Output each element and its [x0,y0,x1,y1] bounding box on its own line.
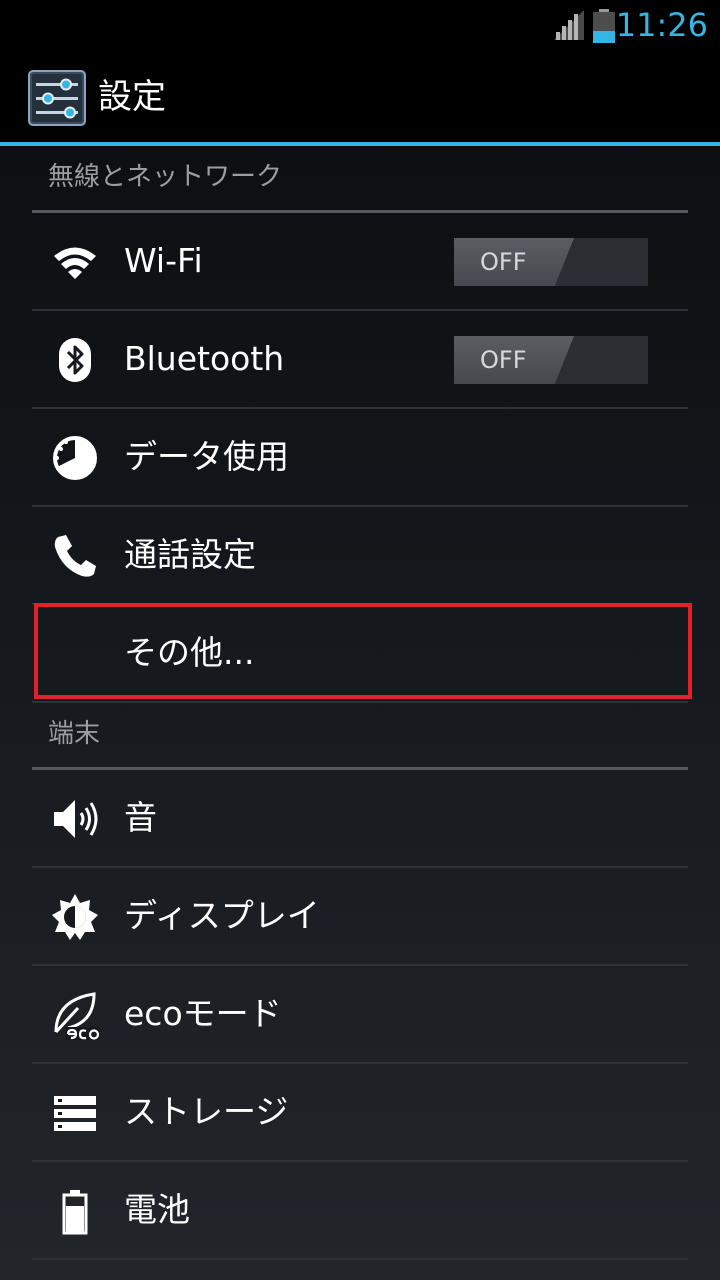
wifi-icon [54,247,96,279]
settings-item-label: Bluetooth [124,339,285,378]
settings-item-display[interactable]: ディスプレイ [32,868,688,966]
settings-item-data-usage[interactable]: データ使用 [32,409,688,507]
section-header-device: 端末 [32,703,688,770]
status-bar: 11:26 [0,0,720,50]
settings-item-label: その他... [124,633,255,672]
toggle-state: OFF [480,248,527,276]
settings-item-label: Wi-Fi [124,241,203,280]
settings-item-label: 電池 [124,1190,190,1229]
phone-icon [54,535,96,577]
settings-item-label: データ使用 [124,437,289,476]
section-header-wireless: 無線とネットワーク [32,146,688,213]
settings-item-label: ストレージ [124,1092,289,1131]
eco-leaf-icon [54,992,100,1040]
settings-item-wifi[interactable]: Wi-Fi OFF [32,213,688,311]
settings-item-sound[interactable]: 音 [32,770,688,868]
signal-icon [554,10,584,40]
bluetooth-toggle[interactable]: OFF [454,336,648,384]
battery-icon [593,9,615,43]
section-header-label: 端末 [48,719,101,749]
data-usage-icon [53,436,97,480]
bluetooth-icon [59,338,91,382]
brightness-icon [52,894,98,940]
action-bar: 設定 [0,50,720,146]
settings-sliders-icon[interactable] [28,70,86,126]
speaker-icon [54,800,98,838]
settings-item-label: ディスプレイ [124,896,320,935]
wifi-toggle[interactable]: OFF [454,238,648,286]
section-header-label: 無線とネットワーク [48,162,283,192]
settings-item-battery[interactable]: 電池 [32,1162,688,1260]
settings-item-label: 音 [124,798,157,837]
settings-item-storage[interactable]: ストレージ [32,1064,688,1162]
toggle-state: OFF [480,346,527,374]
status-clock: 11:26 [615,6,708,44]
settings-item-label: ecoモード [124,994,282,1033]
settings-item-label: 通話設定 [124,535,256,574]
storage-icon [54,1096,96,1131]
settings-item-eco-mode[interactable]: ecoモード [32,966,688,1064]
settings-list: 無線とネットワーク Wi-Fi OFF Bluetooth OFF データ使用 … [0,146,720,1260]
settings-item-call-settings[interactable]: 通話設定 [32,507,688,605]
page-title: 設定 [98,77,166,117]
battery-item-icon [62,1190,88,1235]
settings-item-bluetooth[interactable]: Bluetooth OFF [32,311,688,409]
settings-item-more[interactable]: その他... [32,605,688,703]
